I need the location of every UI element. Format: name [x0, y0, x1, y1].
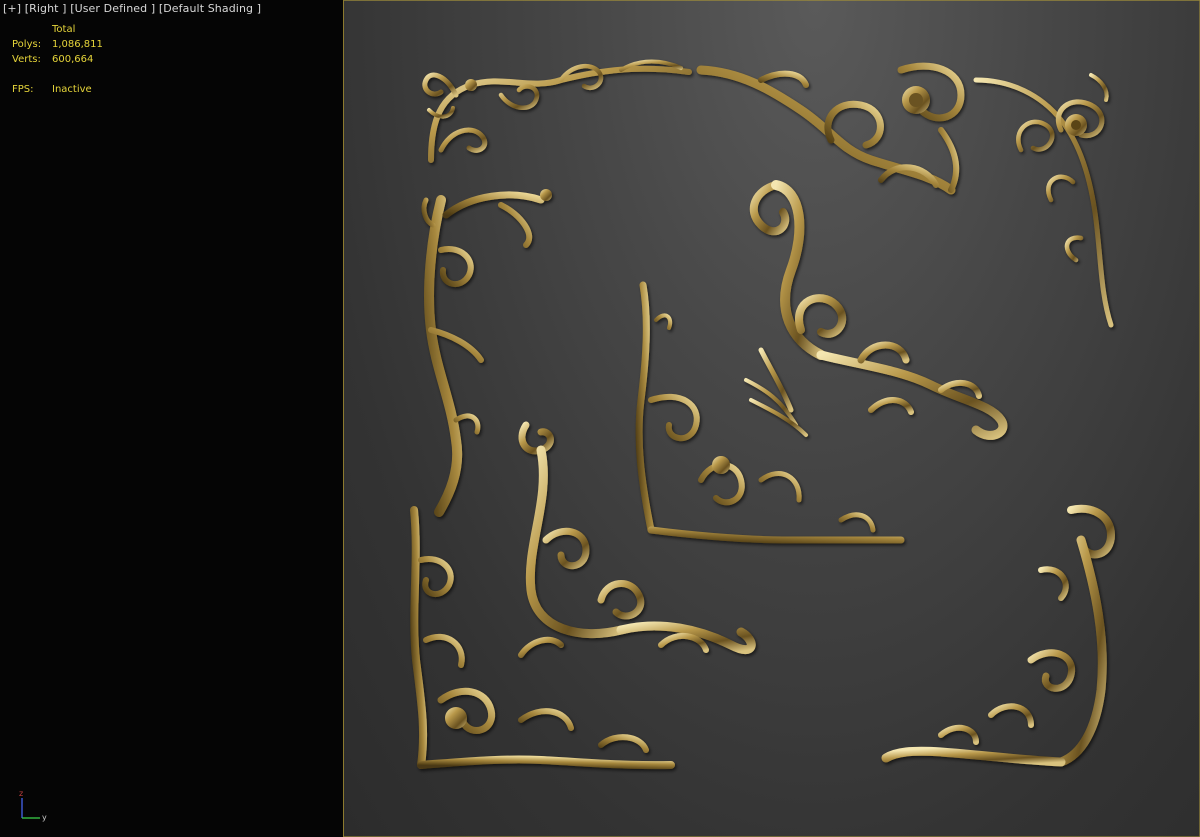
ornament-top-right-corner: [973, 73, 1114, 328]
viewport-menu-stage[interactable]: [User Defined ]: [70, 2, 155, 15]
polys-label: Polys:: [12, 39, 42, 50]
ornament-top-center-corner: [696, 62, 965, 195]
viewport-label: [+] [Right ] [User Defined ] [Default Sh…: [3, 2, 261, 15]
render-panel[interactable]: [343, 0, 1200, 837]
y-axis-label: y: [42, 813, 47, 822]
ornaments-canvas: [410, 59, 1116, 770]
fps-value: Inactive: [52, 84, 92, 95]
viewport-menu-shading[interactable]: [Default Shading ]: [159, 2, 261, 15]
fps-label: FPS:: [12, 84, 34, 95]
ornament-bottom-right-corner: [881, 504, 1116, 767]
viewport-menu-plus[interactable]: [+]: [3, 2, 21, 15]
ornament-center-large-acanthus: [744, 180, 1008, 440]
viewport-menu-view[interactable]: [Right ]: [25, 2, 67, 15]
verts-value: 600,664: [52, 54, 94, 65]
verts-label: Verts:: [12, 54, 41, 65]
polys-value: 1,086,811: [52, 39, 103, 50]
stats-header: Total: [52, 24, 76, 35]
ornament-center-small-corner: [635, 281, 905, 544]
axis-gizmo-icon: z y: [19, 789, 47, 822]
ornament-left-vertical-scroll: [421, 189, 552, 517]
z-axis-label: z: [19, 789, 23, 798]
ornament-top-left-corner: [422, 59, 692, 163]
viewport[interactable]: [+] [Right ] [User Defined ] [Default Sh…: [0, 0, 1200, 837]
